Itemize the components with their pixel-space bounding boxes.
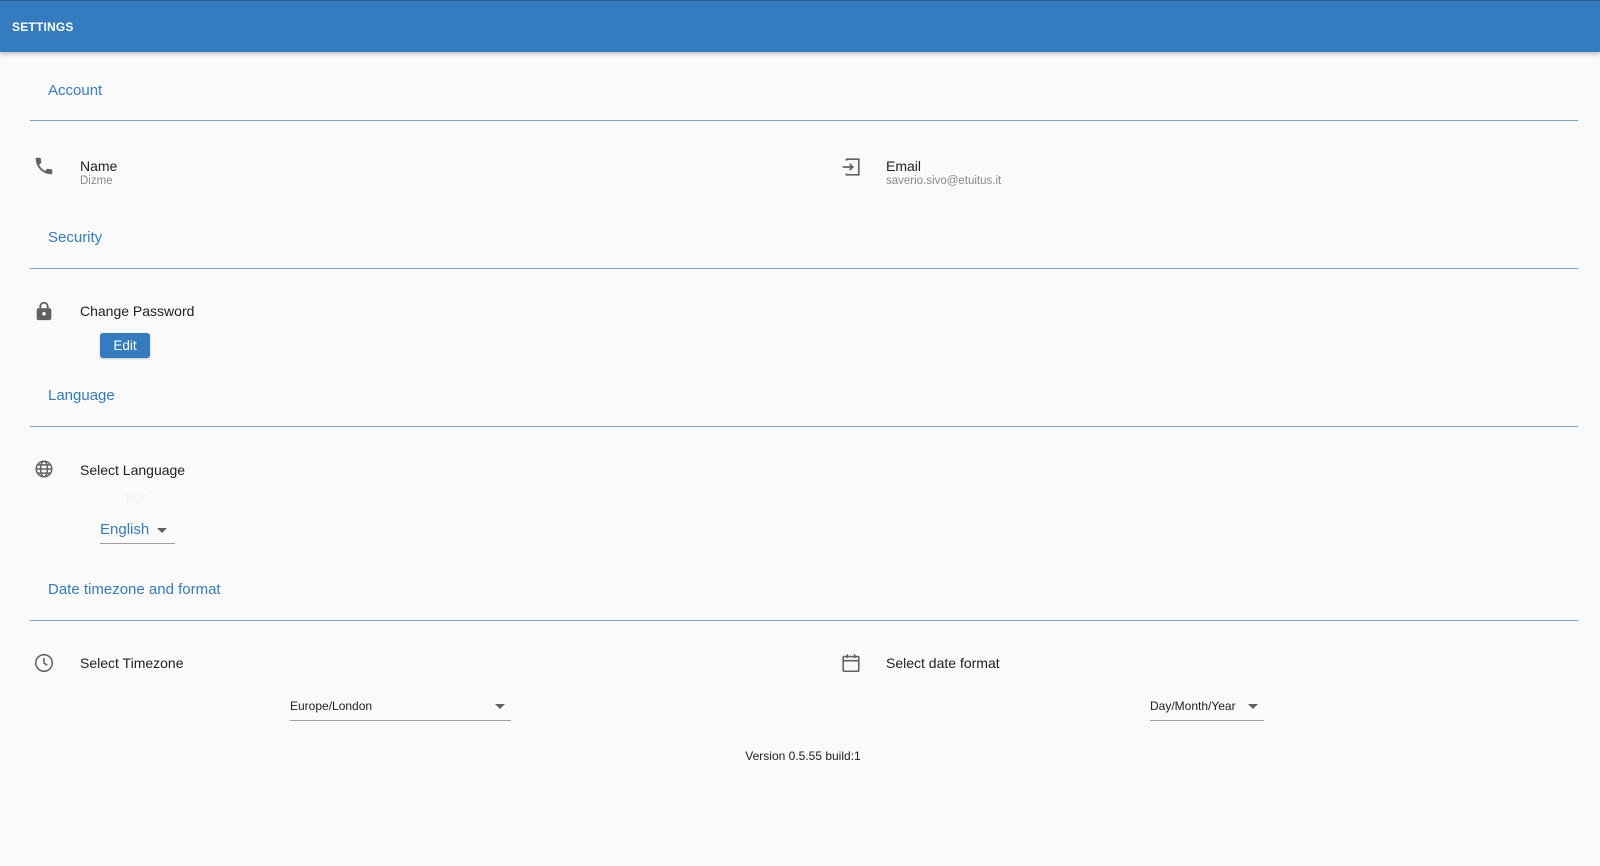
section-divider <box>30 620 1578 621</box>
email-value: saverio.sivo@etuitus.it <box>886 175 1002 187</box>
language-selected-value: English <box>100 521 150 538</box>
timezone-selected-value: Europe/London <box>290 699 373 713</box>
section-title-account: Account <box>48 82 103 99</box>
email-label: Email <box>886 158 922 174</box>
page-title: SETTINGS <box>12 20 74 34</box>
section-divider <box>30 426 1578 427</box>
section-title-datetime: Date timezone and format <box>48 581 221 598</box>
ghost-edit-text: Edit <box>126 490 149 505</box>
section-divider <box>30 120 1578 121</box>
date-format-selected-value: Day/Month/Year <box>1150 699 1236 713</box>
phone-icon <box>33 155 55 177</box>
section-title-security: Security <box>48 229 103 246</box>
section-title-language: Language <box>48 387 115 404</box>
lock-icon <box>33 300 55 322</box>
name-label: Name <box>80 158 118 174</box>
select-date-format-label: Select date format <box>886 655 1000 671</box>
login-icon <box>840 156 862 178</box>
globe-icon <box>33 458 55 480</box>
section-divider <box>30 268 1578 269</box>
language-select[interactable]: English <box>100 518 175 544</box>
select-timezone-label: Select Timezone <box>80 655 184 671</box>
caret-down-icon <box>495 704 505 709</box>
calendar-icon <box>840 652 862 674</box>
clock-icon <box>33 652 55 674</box>
edit-password-button[interactable]: Edit <box>100 333 150 358</box>
caret-down-icon <box>157 528 167 533</box>
select-language-label: Select Language <box>80 462 186 478</box>
timezone-select[interactable]: Europe/London <box>290 697 511 721</box>
name-value: Dizme <box>80 175 113 187</box>
version-text: Version 0.5.55 build:1 <box>745 749 861 763</box>
caret-down-icon <box>1248 704 1258 709</box>
date-format-select[interactable]: Day/Month/Year <box>1150 697 1264 721</box>
app-bar: SETTINGS <box>0 0 1600 52</box>
change-password-label: Change Password <box>80 303 195 319</box>
